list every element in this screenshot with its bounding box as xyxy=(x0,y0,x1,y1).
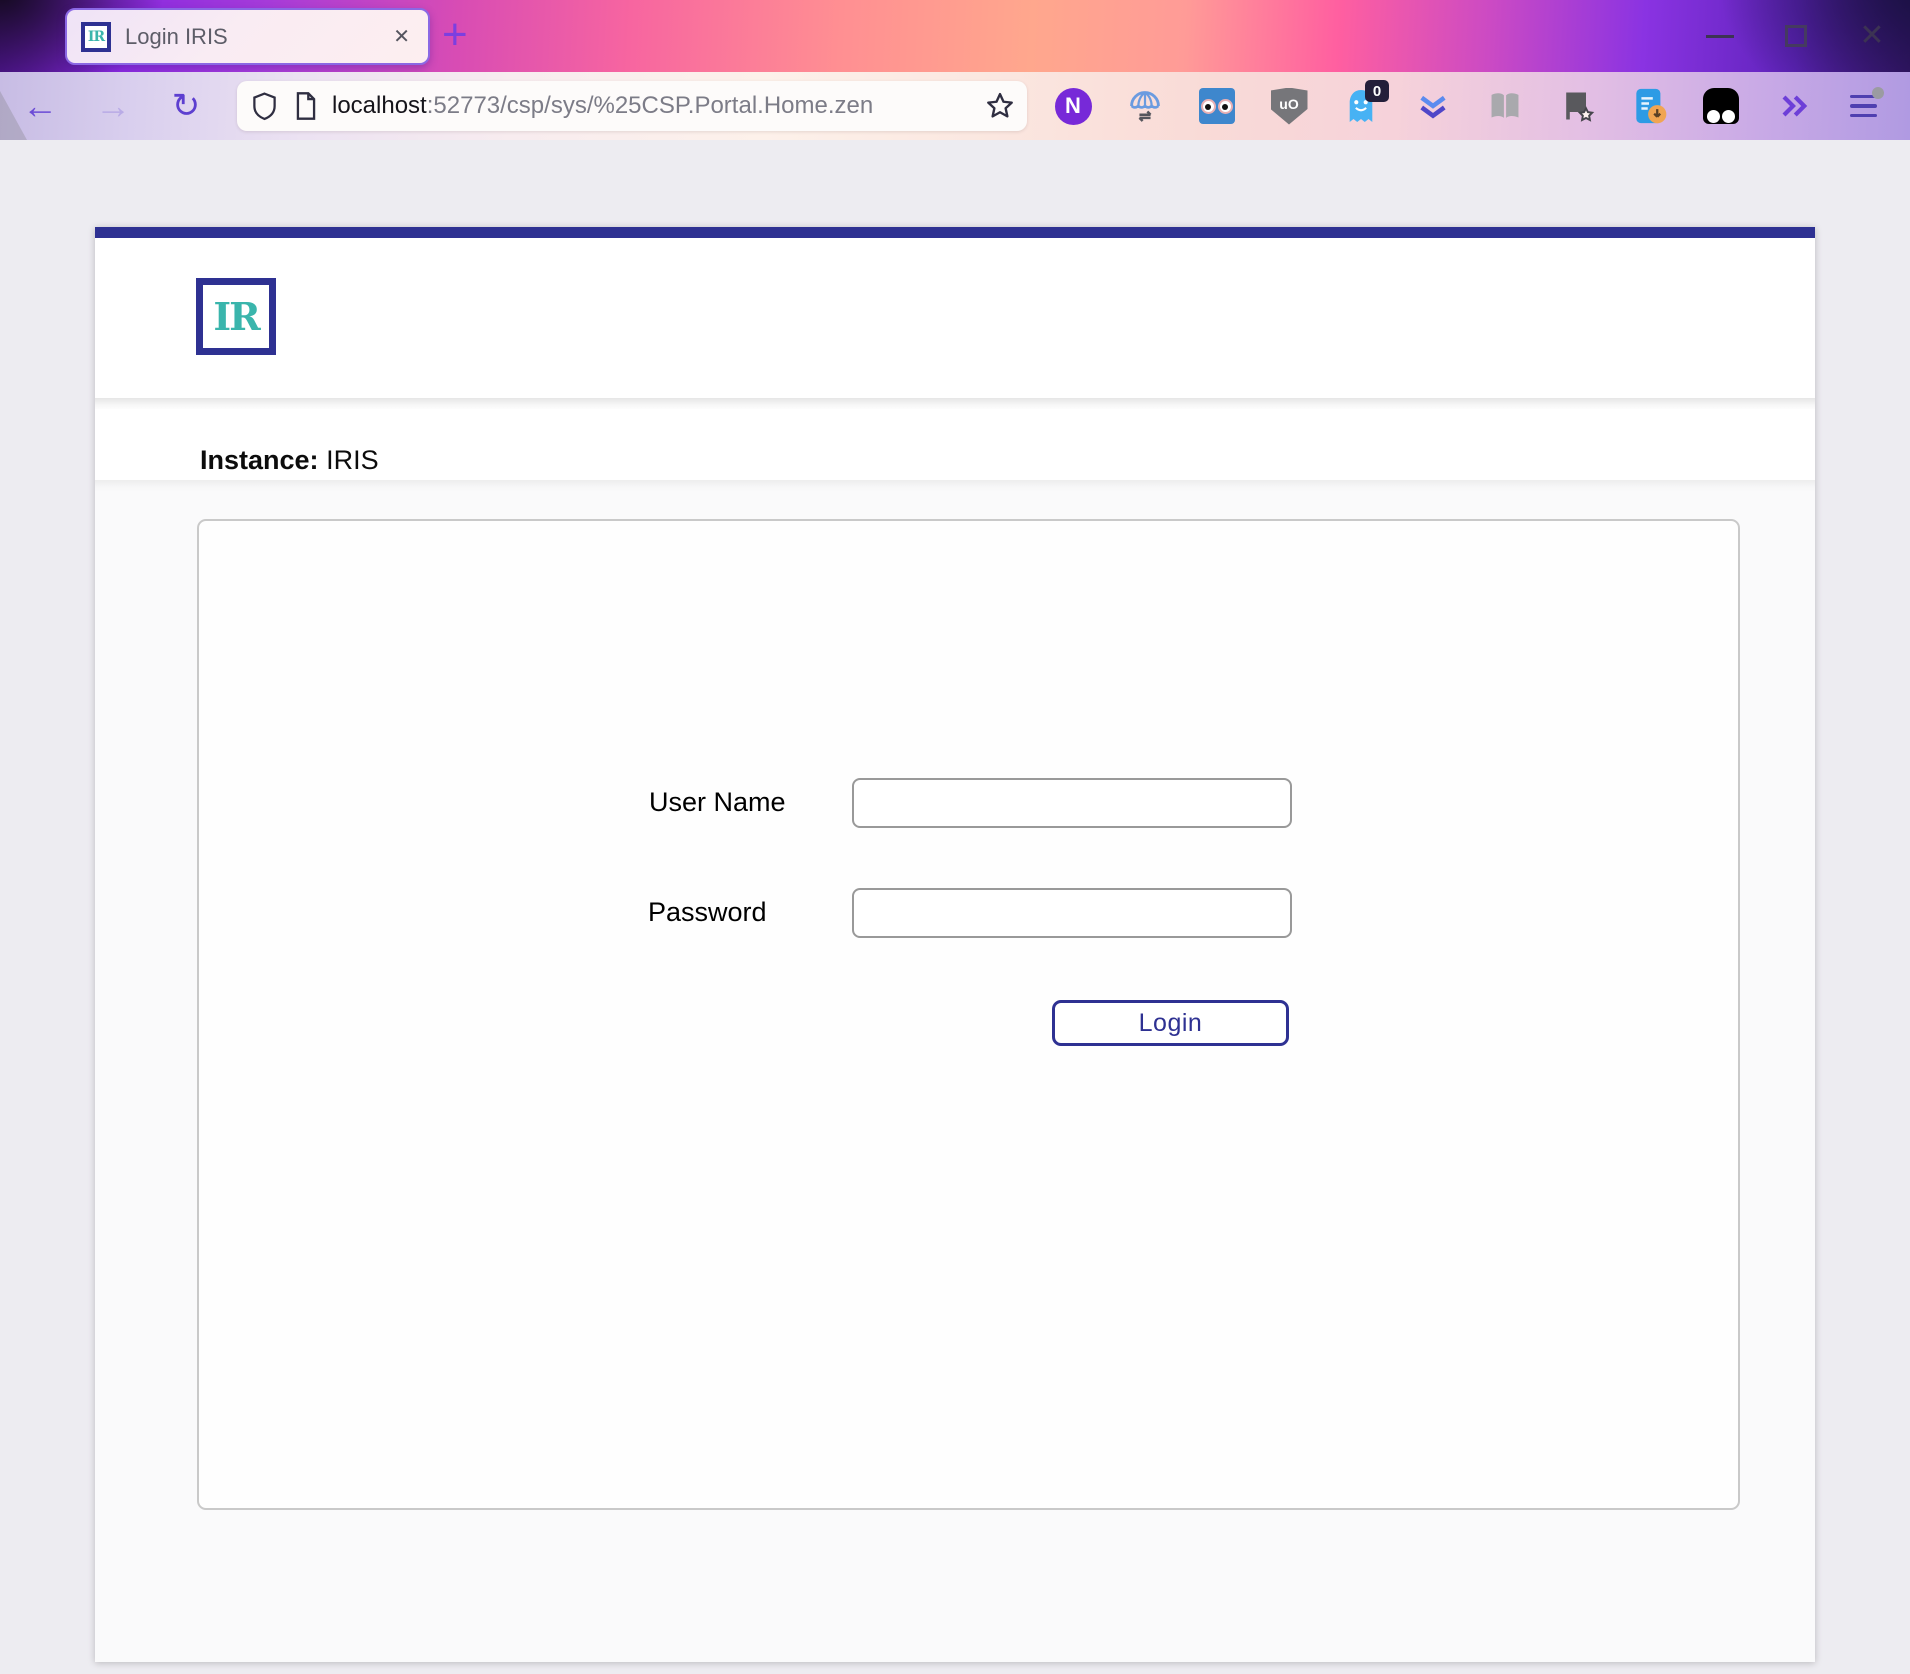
save-file-icon xyxy=(1631,87,1667,125)
url-bar[interactable]: localhost:52773/csp/sys/%25CSP.Portal.Ho… xyxy=(237,81,1027,131)
url-path: :52773/csp/sys/%25CSP.Portal.Home.zen xyxy=(427,92,873,119)
extension-googly-eyes-button[interactable] xyxy=(1197,86,1237,126)
bookmark-star-icon[interactable] xyxy=(985,91,1015,121)
extension-bookmark-flag-button[interactable] xyxy=(1557,86,1597,126)
double-chevron-down-icon xyxy=(1415,88,1451,124)
forward-button[interactable]: → xyxy=(86,72,140,140)
extension-ublock-button[interactable]: uO xyxy=(1269,86,1309,126)
iris-logo: IR xyxy=(196,278,276,355)
password-input[interactable] xyxy=(852,888,1292,938)
login-form-panel: User Name Password Login xyxy=(197,519,1740,1510)
extension-save-page-button[interactable] xyxy=(1629,86,1669,126)
extension-chevrons-button[interactable] xyxy=(1413,86,1453,126)
login-button[interactable]: Login xyxy=(1052,1000,1289,1046)
iris-favicon: IR xyxy=(81,22,111,52)
ghostery-badge: 0 xyxy=(1365,80,1389,102)
page-accent-bar xyxy=(95,227,1815,238)
maximize-icon xyxy=(1785,25,1807,47)
instance-value: IRIS xyxy=(326,445,379,475)
reload-button[interactable]: ↻ xyxy=(159,72,213,140)
instance-label: Instance: xyxy=(200,445,319,475)
tab-close-icon[interactable]: ✕ xyxy=(385,20,418,53)
bookmark-flag-star-icon xyxy=(1559,88,1595,124)
navigation-toolbar: ← → ↻ localhost:52773/csp/sys/%25CSP.Por… xyxy=(0,72,1910,140)
extension-dark-mask-button[interactable] xyxy=(1701,86,1741,126)
tab-title: Login IRIS xyxy=(125,24,385,50)
extension-ghostery-button[interactable]: 0 xyxy=(1341,86,1381,126)
new-tab-button[interactable]: + xyxy=(442,6,468,64)
extension-globe-sync-button[interactable] xyxy=(1125,86,1165,126)
tab-login-iris[interactable]: IR Login IRIS ✕ xyxy=(65,8,430,65)
extension-toolbar: N uO xyxy=(1053,86,1885,126)
n-icon: N xyxy=(1055,88,1092,125)
iris-logo-text: IR xyxy=(213,294,258,339)
extension-n-button[interactable]: N xyxy=(1053,86,1093,126)
login-page: IR Instance: IRIS User Name Password Log… xyxy=(95,227,1815,1662)
back-button[interactable]: ← xyxy=(13,72,67,140)
globe-sync-icon xyxy=(1126,87,1164,125)
googly-eyes-icon xyxy=(1199,88,1235,124)
close-icon: ✕ xyxy=(1859,21,1884,51)
maximize-button[interactable] xyxy=(1758,0,1834,72)
extension-reader-button[interactable] xyxy=(1485,86,1525,126)
shield-icon[interactable] xyxy=(251,91,278,121)
page-viewport: IR Instance: IRIS User Name Password Log… xyxy=(0,140,1910,1674)
tab-bar: IR Login IRIS ✕ + ✕ xyxy=(0,0,1910,72)
ublock-shield-icon: uO xyxy=(1271,88,1308,125)
username-input[interactable] xyxy=(852,778,1292,828)
hamburger-menu-icon xyxy=(1850,91,1880,121)
page-permissions-icon[interactable] xyxy=(294,91,318,121)
password-label: Password xyxy=(648,897,767,928)
open-book-icon xyxy=(1486,87,1524,125)
url-text: localhost:52773/csp/sys/%25CSP.Portal.Ho… xyxy=(332,92,985,120)
window-controls: ✕ xyxy=(1682,0,1910,72)
header-divider xyxy=(95,398,1815,409)
double-chevron-right-icon xyxy=(1775,88,1811,124)
app-menu-button[interactable] xyxy=(1845,86,1885,126)
instance-line: Instance: IRIS xyxy=(200,445,379,476)
url-host: localhost xyxy=(332,92,427,119)
browser-window: IR Login IRIS ✕ + ✕ ← → ↻ xyxy=(0,0,1910,1674)
favicon-text: IR xyxy=(88,29,104,45)
username-label: User Name xyxy=(649,787,786,818)
content-divider xyxy=(95,480,1815,492)
toolbar-overflow-button[interactable] xyxy=(1773,86,1813,126)
close-button[interactable]: ✕ xyxy=(1834,0,1910,72)
minimize-icon xyxy=(1706,35,1734,38)
dark-mask-icon xyxy=(1703,88,1739,124)
minimize-button[interactable] xyxy=(1682,0,1758,72)
